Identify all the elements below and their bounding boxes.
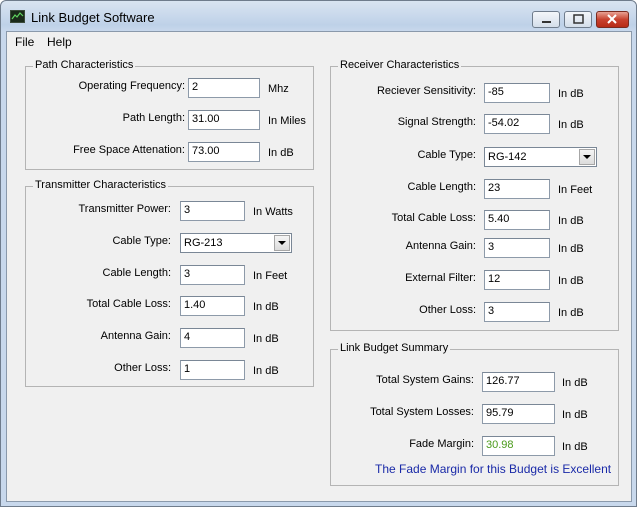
maximize-icon: [573, 14, 584, 24]
tx-cable-type-value: RG-213: [184, 237, 223, 249]
free-space-attenuation-unit: In dB: [268, 147, 294, 159]
rx-cable-length-unit: In Feet: [558, 184, 593, 196]
tx-antenna-gain-unit: In dB: [253, 333, 279, 345]
tx-cable-length-label: Cable Length:: [102, 267, 172, 279]
rx-sensitivity-unit: In dB: [558, 88, 584, 100]
rx-other-loss-unit: In dB: [558, 307, 584, 319]
chevron-down-icon: [583, 155, 591, 159]
free-space-attenuation-input[interactable]: 73.00: [188, 142, 260, 162]
rx-cable-type-dropdown-button[interactable]: [579, 149, 595, 165]
total-system-losses-output: 95.79: [482, 404, 555, 424]
rx-cable-type-value: RG-142: [488, 151, 527, 163]
rx-total-cable-loss-label: Total Cable Loss:: [391, 212, 476, 224]
rx-sensitivity-input[interactable]: -85: [484, 83, 550, 103]
tx-total-cable-loss-label: Total Cable Loss:: [86, 298, 171, 310]
rx-cable-type-label: Cable Type:: [417, 149, 476, 161]
total-system-losses-unit: In dB: [562, 409, 588, 421]
tx-cable-length-unit: In Feet: [253, 270, 288, 282]
tx-cable-type-dropdown-button[interactable]: [274, 235, 290, 251]
path-length-input[interactable]: 31.00: [188, 110, 260, 130]
tx-total-cable-loss-input[interactable]: 1.40: [180, 296, 245, 316]
group-legend: Link Budget Summary: [338, 342, 451, 354]
rx-cable-type-select[interactable]: RG-142: [484, 147, 597, 167]
total-system-gains-unit: In dB: [562, 377, 588, 389]
group-legend: Receiver Characteristics: [338, 59, 462, 71]
rx-total-cable-loss-input[interactable]: 5.40: [484, 210, 550, 230]
rx-other-loss-label: Other Loss:: [419, 304, 476, 316]
path-characteristics-group: Path Characteristics Operating Frequency…: [25, 59, 314, 170]
signal-strength-label: Signal Strength:: [397, 116, 476, 128]
fade-margin-assessment: The Fade Margin for this Budget is Excel…: [375, 462, 612, 476]
close-icon: [607, 14, 617, 24]
frequency-unit: Mhz: [268, 83, 289, 95]
rx-sensitivity-label: Reciever Sensitivity:: [376, 85, 476, 97]
tx-antenna-gain-label: Antenna Gain:: [100, 330, 171, 342]
minimize-button[interactable]: [532, 11, 560, 28]
client-area: File Help Path Characteristics Operating…: [6, 31, 632, 502]
window-title: Link Budget Software: [31, 10, 155, 25]
rx-cable-length-input[interactable]: 23: [484, 179, 550, 199]
external-filter-unit: In dB: [558, 275, 584, 287]
rx-antenna-gain-label: Antenna Gain:: [405, 240, 476, 252]
link-budget-summary-group: Link Budget Summary Total System Gains: …: [330, 342, 619, 486]
tx-other-loss-unit: In dB: [253, 365, 279, 377]
group-legend: Transmitter Characteristics: [33, 179, 169, 191]
path-length-unit: In Miles: [268, 115, 306, 127]
rx-total-cable-loss-unit: In dB: [558, 215, 584, 227]
menu-file[interactable]: File: [15, 35, 34, 49]
tx-cable-length-input[interactable]: 3: [180, 265, 245, 285]
rx-cable-length-label: Cable Length:: [407, 181, 477, 193]
title-bar[interactable]: Link Budget Software: [1, 1, 636, 31]
close-button[interactable]: [596, 11, 629, 28]
tx-other-loss-label: Other Loss:: [114, 362, 171, 374]
minimize-icon: [542, 21, 551, 23]
group-legend: Path Characteristics: [33, 59, 136, 71]
fade-margin-output: 30.98: [482, 436, 555, 456]
total-system-gains-output: 126.77: [482, 372, 555, 392]
menu-help[interactable]: Help: [47, 35, 72, 49]
tx-antenna-gain-input[interactable]: 4: [180, 328, 245, 348]
app-window: Link Budget Software File Help Path Char…: [0, 0, 637, 507]
rx-antenna-gain-unit: In dB: [558, 243, 584, 255]
frequency-label: Operating Frequency:: [78, 80, 185, 92]
rx-antenna-gain-input[interactable]: 3: [484, 238, 550, 258]
transmitter-power-input[interactable]: 3: [180, 201, 245, 221]
receiver-characteristics-group: Receiver Characteristics Reciever Sensit…: [330, 59, 619, 331]
total-system-gains-label: Total System Gains:: [376, 374, 474, 386]
transmitter-power-unit: In Watts: [253, 206, 293, 218]
chevron-down-icon: [278, 241, 286, 245]
transmitter-power-label: Transmitter Power:: [78, 203, 171, 215]
signal-strength-unit: In dB: [558, 119, 584, 131]
fade-margin-unit: In dB: [562, 441, 588, 453]
path-length-label: Path Length:: [122, 112, 185, 124]
signal-strength-input[interactable]: -54.02: [484, 114, 550, 134]
external-filter-input[interactable]: 12: [484, 270, 550, 290]
tx-total-cable-loss-unit: In dB: [253, 301, 279, 313]
rx-other-loss-input[interactable]: 3: [484, 302, 550, 322]
tx-cable-type-select[interactable]: RG-213: [180, 233, 292, 253]
tx-other-loss-input[interactable]: 1: [180, 360, 245, 380]
total-system-losses-label: Total System Losses:: [370, 406, 474, 418]
transmitter-characteristics-group: Transmitter Characteristics Transmitter …: [25, 179, 314, 387]
fade-margin-label: Fade Margin:: [409, 438, 474, 450]
maximize-button[interactable]: [564, 11, 592, 28]
tx-cable-type-label: Cable Type:: [112, 235, 171, 247]
menu-bar: File Help: [7, 32, 631, 51]
chart-icon: [10, 10, 25, 23]
frequency-input[interactable]: 2: [188, 78, 260, 98]
free-space-attenuation-label: Free Space Attenation:: [73, 144, 185, 156]
external-filter-label: External Filter:: [405, 272, 476, 284]
